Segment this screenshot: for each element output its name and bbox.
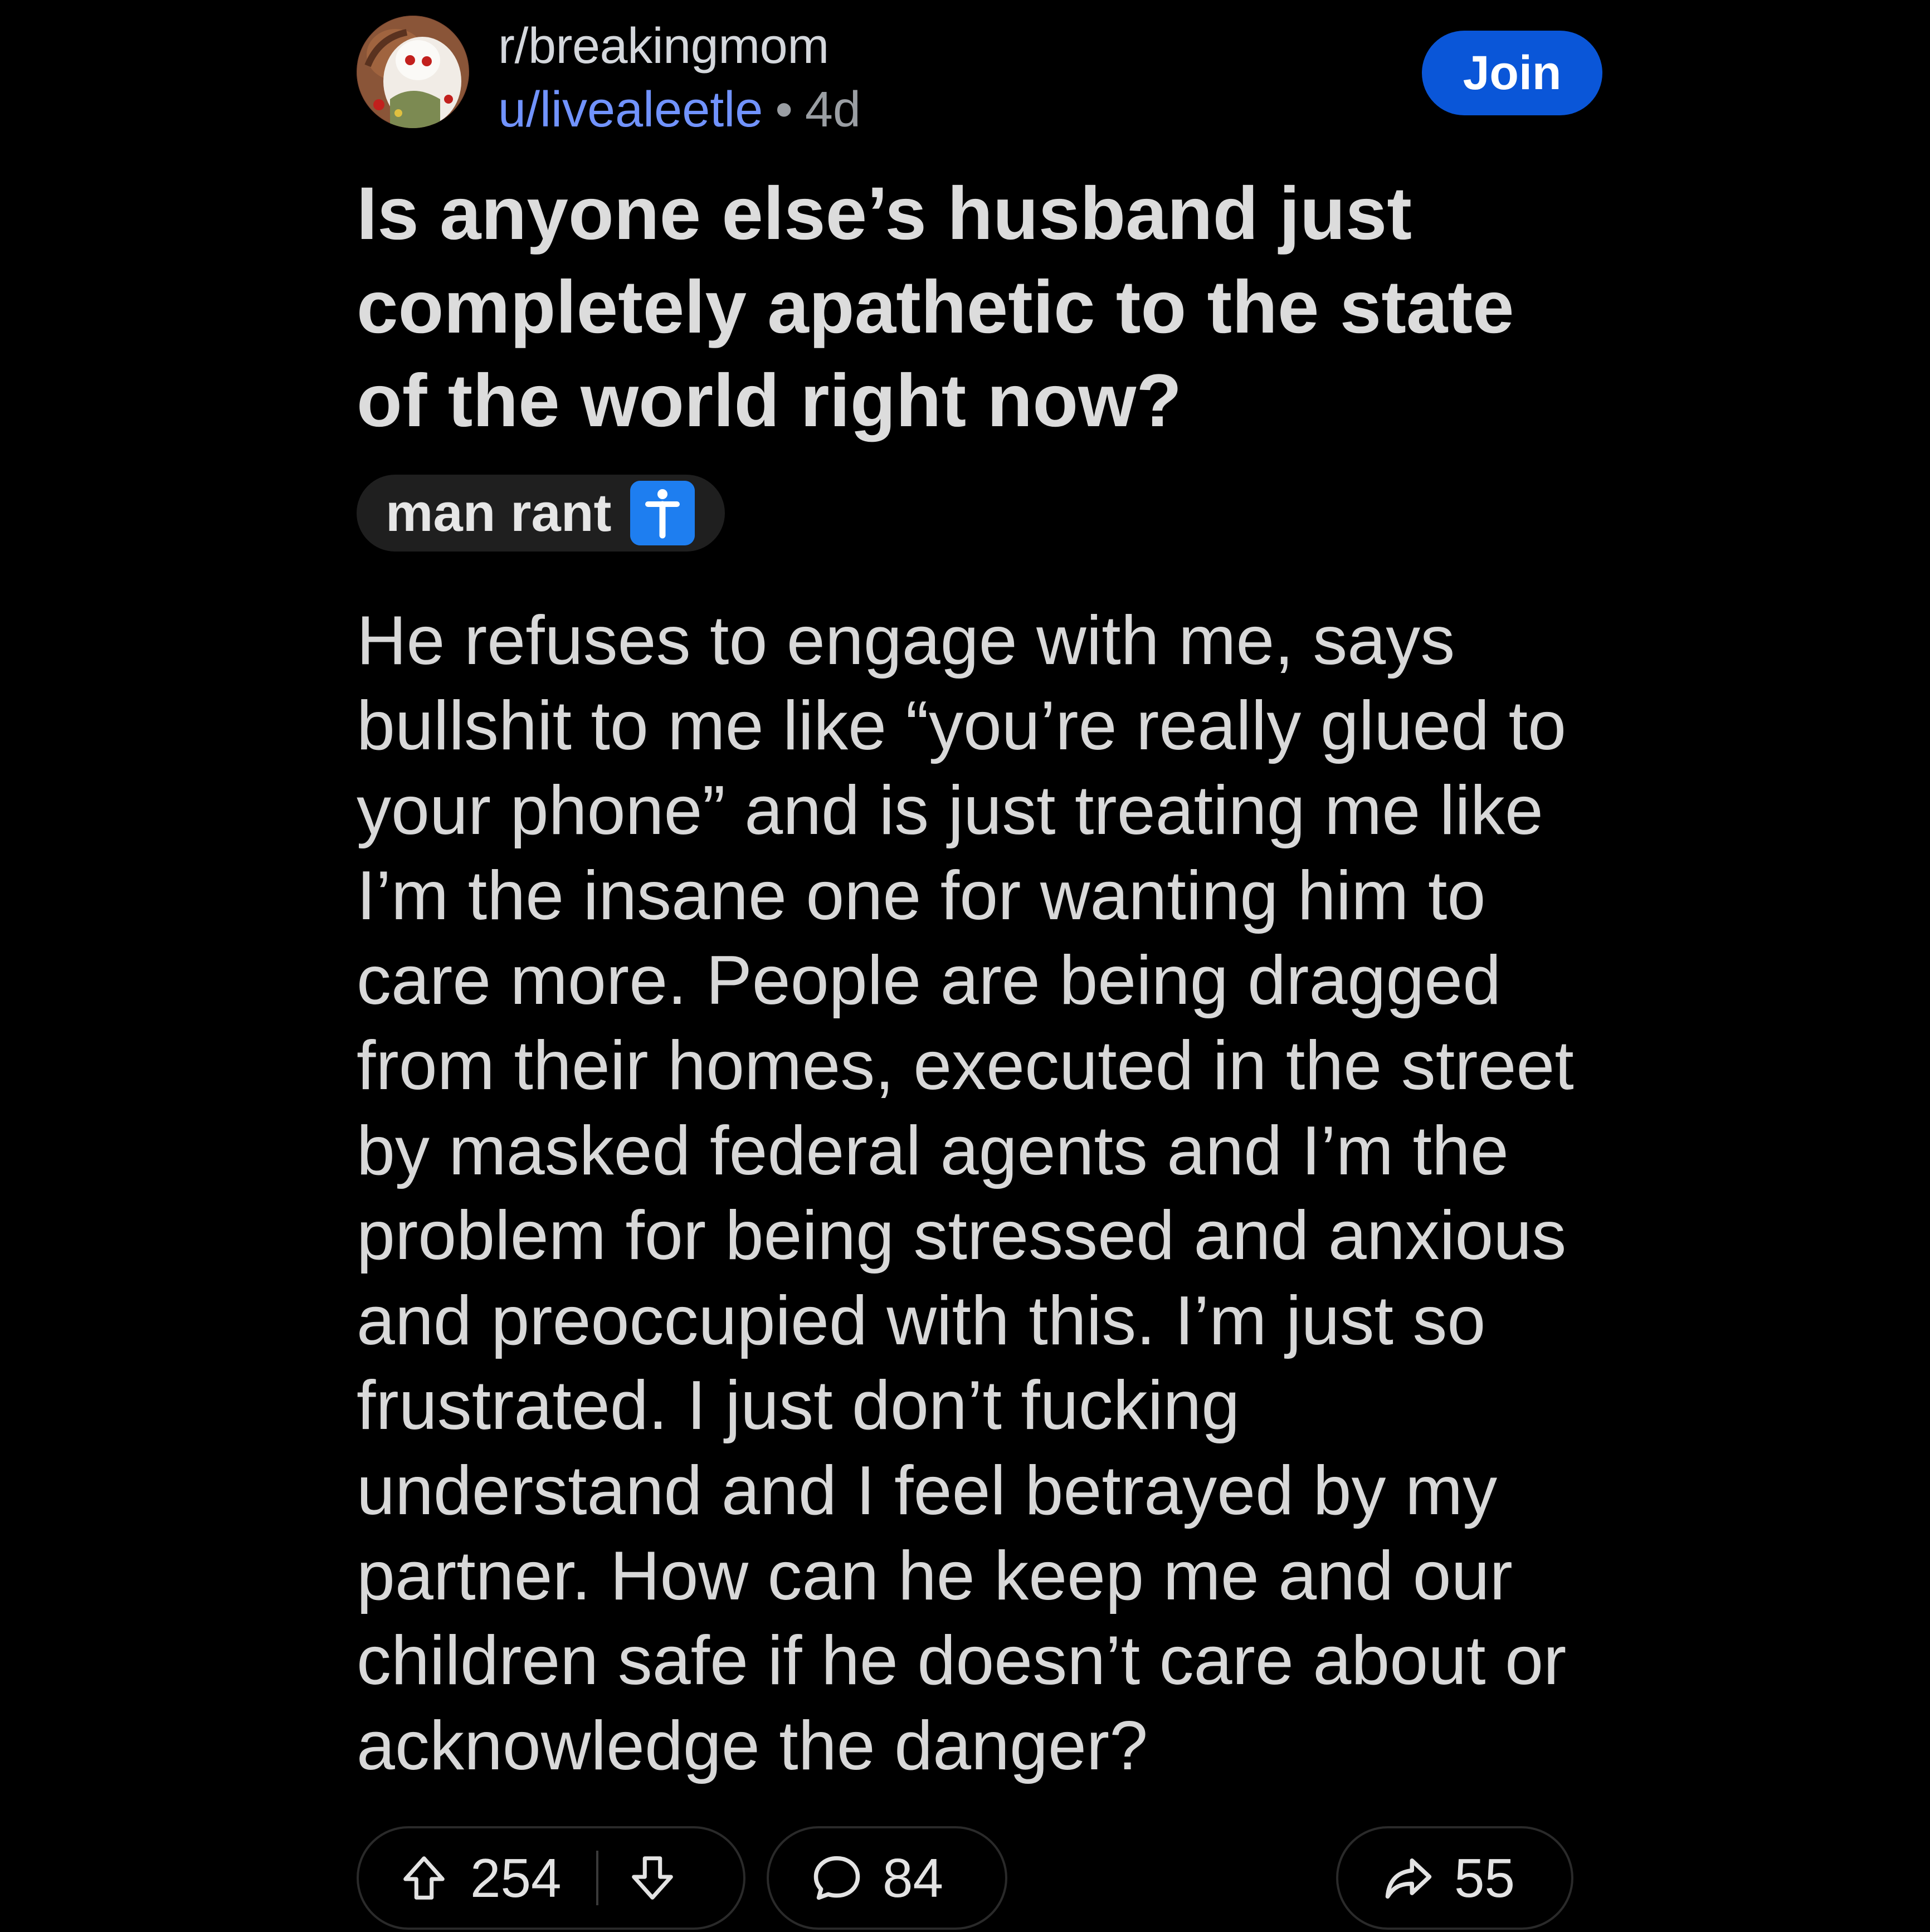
meta-separator: •	[775, 82, 793, 138]
post-title[interactable]: Is anyone else’s husband just completely…	[357, 167, 1582, 448]
arrow-up-icon[interactable]	[398, 1852, 450, 1904]
author-username[interactable]: u/livealeetle	[498, 82, 763, 138]
comments-button[interactable]: 84	[767, 1826, 1007, 1930]
person-standing-icon	[630, 481, 695, 545]
arrow-down-icon[interactable]	[626, 1852, 679, 1904]
post-body[interactable]: He refuses to engage with me, says bulls…	[357, 598, 1582, 1788]
post-age: 4d	[805, 82, 861, 138]
subreddit-avatar[interactable]	[357, 16, 469, 128]
subreddit-name[interactable]: r/breakingmom	[498, 16, 861, 77]
avatar-illustration	[357, 16, 469, 128]
post-header: r/breakingmom u/livealeetle • 4d Join	[357, 16, 1602, 138]
vote-control: 254	[357, 1826, 745, 1930]
join-button[interactable]: Join	[1422, 31, 1602, 115]
share-arrow-icon	[1385, 1858, 1432, 1899]
share-button[interactable]: 55	[1336, 1826, 1573, 1930]
author-line: u/livealeetle • 4d	[498, 79, 861, 140]
vote-divider	[596, 1851, 598, 1905]
flair-label: man rant	[386, 483, 612, 543]
comment-count: 84	[883, 1847, 944, 1909]
score-count: 254	[470, 1847, 562, 1909]
post-flair[interactable]: man rant	[357, 475, 725, 552]
share-count: 55	[1454, 1847, 1515, 1909]
post-meta: r/breakingmom u/livealeetle • 4d	[498, 16, 861, 140]
speech-bubble-icon	[813, 1856, 860, 1900]
post-actions-bar: 254 84 55	[357, 1826, 1573, 1932]
